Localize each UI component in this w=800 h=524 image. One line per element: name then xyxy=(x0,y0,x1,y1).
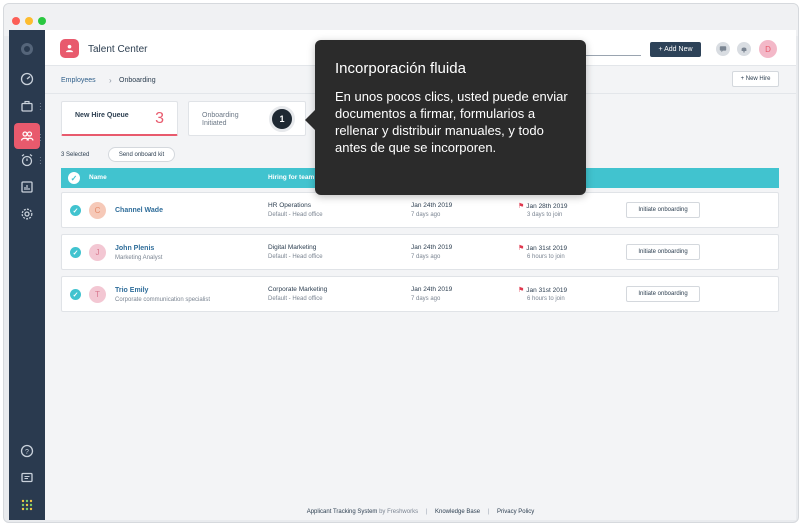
footer-product: Applicant Tracking System xyxy=(306,509,378,515)
close-window-button[interactable] xyxy=(12,17,20,25)
briefcase-icon[interactable] xyxy=(18,97,36,115)
briefcase-menu-dots[interactable]: · · · xyxy=(39,100,42,114)
hiring-team: Corporate Marketing xyxy=(268,286,328,293)
settings-icon[interactable] xyxy=(18,205,36,223)
freshteam-logo-icon[interactable] xyxy=(18,40,36,58)
tab-label: Onboarding Initiated xyxy=(202,112,239,127)
report-icon[interactable] xyxy=(18,178,36,196)
user-badge-icon xyxy=(60,39,79,58)
dashboard-icon[interactable] xyxy=(18,70,36,88)
footer-by: by Freshworks xyxy=(379,509,419,515)
offer-date: Jan 24th 2019 xyxy=(411,202,453,209)
user-avatar[interactable]: D xyxy=(759,40,777,58)
days-to-join: 3 days to join xyxy=(527,212,563,218)
offer-date-relative: 7 days ago xyxy=(411,296,441,302)
select-all-checkbox[interactable]: ✓ xyxy=(68,172,80,184)
chat-icon[interactable] xyxy=(18,469,36,487)
send-onboard-kit-button[interactable]: Send onboard kit xyxy=(108,147,175,162)
footer-separator: | xyxy=(487,509,490,515)
footer-knowledge-base-link[interactable]: Knowledge Base xyxy=(435,509,480,515)
sidebar: · · · · · · · · · ? xyxy=(9,30,45,520)
flag-icon: ⚑ xyxy=(518,245,525,252)
joining-date: ⚑ Jan 28th 2019 xyxy=(518,202,567,210)
people-menu-dots[interactable]: · · · xyxy=(39,131,42,145)
offer-date: Jan 24th 2019 xyxy=(411,286,453,293)
initiate-onboarding-button[interactable]: Initiate onboarding xyxy=(626,286,700,302)
hiring-team-location: Default - Head office xyxy=(268,212,323,218)
apps-grid-icon[interactable] xyxy=(18,496,36,514)
chat-bubble-icon[interactable] xyxy=(716,42,730,56)
breadcrumb-separator: › xyxy=(109,76,112,85)
joining-date-text: Jan 28th 2019 xyxy=(526,203,568,210)
candidate-title: Corporate communication specialist xyxy=(115,297,211,303)
joining-date-text: Jan 31st 2019 xyxy=(526,287,568,294)
tab-count: 3 xyxy=(155,110,164,127)
maximize-window-button[interactable] xyxy=(38,17,46,25)
search-input[interactable] xyxy=(585,41,641,56)
minimize-window-button[interactable] xyxy=(25,17,33,25)
table-row[interactable]: ✓ T Trio Emily Corporate communication spec… xyxy=(61,276,779,312)
tab-label: New Hire Queue xyxy=(75,112,129,119)
breadcrumb-current: Onboarding xyxy=(119,77,156,84)
flag-icon: ⚑ xyxy=(518,203,525,210)
initiate-onboarding-button[interactable]: Initiate onboarding xyxy=(626,202,700,218)
row-checkbox[interactable]: ✓ xyxy=(70,205,81,216)
people-icon[interactable] xyxy=(14,123,40,149)
onboarding-tooltip: Incorporación fluida En unos pocos clics… xyxy=(305,40,586,195)
notification-bell-icon[interactable] xyxy=(737,42,751,56)
joining-date: ⚑ Jan 31st 2019 xyxy=(518,244,567,252)
hiring-team-location: Default - Head office xyxy=(268,254,323,260)
joining-date: ⚑ Jan 31st 2019 xyxy=(518,286,567,294)
new-hire-button[interactable]: + New Hire xyxy=(732,71,779,87)
add-new-button[interactable]: + Add New xyxy=(650,42,701,57)
candidate-avatar: C xyxy=(89,202,106,219)
footer-privacy-link[interactable]: Privacy Policy xyxy=(497,509,534,515)
breadcrumb-employees-link[interactable]: Employees xyxy=(61,77,96,84)
alarm-clock-icon[interactable] xyxy=(18,151,36,169)
table-row[interactable]: ✓ C Channel Wade HR Operations Default - Hea… xyxy=(61,192,779,228)
candidate-name[interactable]: Channel Wade xyxy=(115,207,163,214)
help-icon[interactable]: ? xyxy=(18,442,36,460)
row-checkbox[interactable]: ✓ xyxy=(70,289,81,300)
hiring-team: HR Operations xyxy=(268,202,311,209)
candidate-avatar: T xyxy=(89,286,106,303)
column-header-hiring[interactable]: Hiring for team xyxy=(268,174,314,181)
table-row[interactable]: ✓ J John Plenis Marketing Analyst Digital Ma… xyxy=(61,234,779,270)
hiring-team-location: Default - Head office xyxy=(268,296,323,302)
alarm-menu-dots[interactable]: · · · xyxy=(39,154,42,168)
candidate-avatar: J xyxy=(89,244,106,261)
column-header-name[interactable]: Name xyxy=(89,174,107,181)
initiate-onboarding-button[interactable]: Initiate onboarding xyxy=(626,244,700,260)
candidate-name[interactable]: Trio Emily xyxy=(115,287,148,294)
candidate-title: Marketing Analyst xyxy=(115,255,163,261)
offer-date-relative: 7 days ago xyxy=(411,212,441,218)
offer-date: Jan 24th 2019 xyxy=(411,244,453,251)
row-checkbox[interactable]: ✓ xyxy=(70,247,81,258)
candidate-name[interactable]: John Plenis xyxy=(115,245,154,252)
tooltip-body: En unos pocos clics, usted puede enviar … xyxy=(335,89,568,155)
flag-icon: ⚑ xyxy=(518,287,525,294)
footer-separator: | xyxy=(425,509,428,515)
tab-new-hire-queue[interactable]: New Hire Queue 3 xyxy=(61,101,178,136)
days-to-join: 6 hours to join xyxy=(527,296,565,302)
step-number-badge: 1 xyxy=(269,106,295,132)
offer-date-relative: 7 days ago xyxy=(411,254,441,260)
footer: Applicant Tracking System by Freshworks … xyxy=(45,509,796,520)
app-title: Talent Center xyxy=(88,44,148,55)
tooltip-title: Incorporación fluida xyxy=(335,60,466,77)
hiring-team: Digital Marketing xyxy=(268,244,317,251)
days-to-join: 6 hours to join xyxy=(527,254,565,260)
selected-count: 3 Selected xyxy=(61,152,90,158)
joining-date-text: Jan 31st 2019 xyxy=(526,245,568,252)
svg-text:?: ? xyxy=(25,449,29,456)
